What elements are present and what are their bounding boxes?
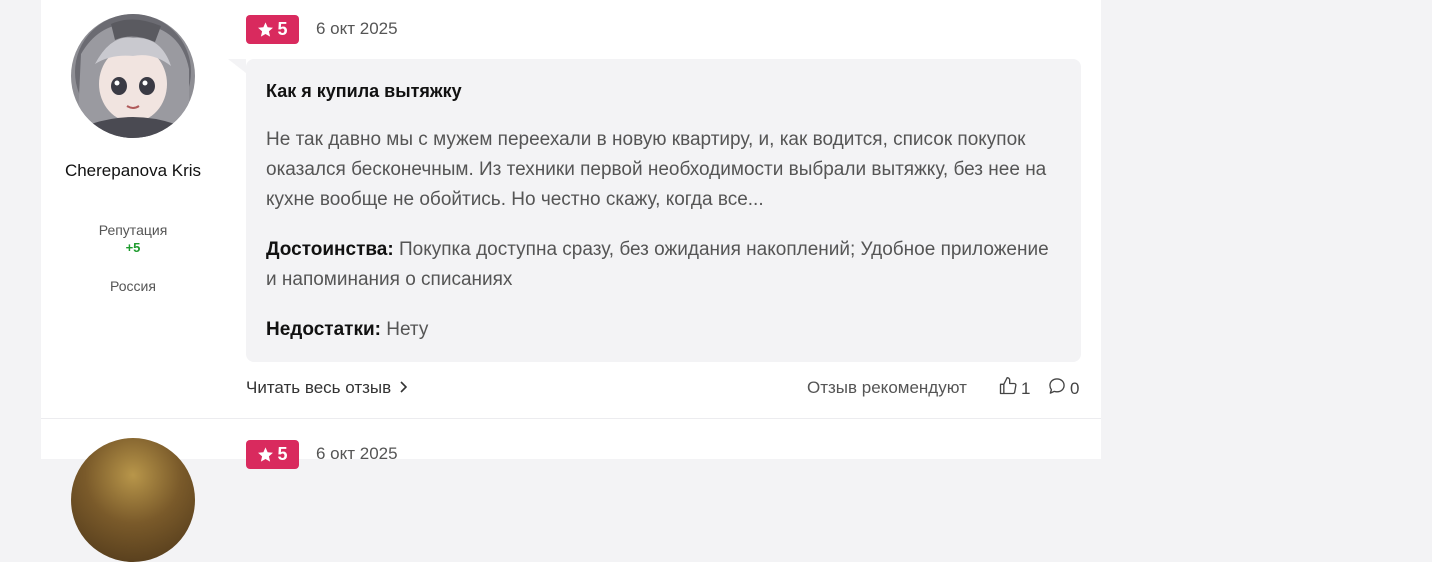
reputation-value: +5 (125, 240, 141, 255)
review-title[interactable]: Как я купила вытяжку (266, 81, 462, 102)
star-icon (257, 446, 274, 463)
thumbs-up-icon (998, 376, 1018, 401)
comment-icon (1047, 376, 1067, 401)
rating-badge: 5 (246, 15, 299, 44)
bubble-tail (228, 59, 246, 73)
cons-label: Недостатки: (266, 319, 381, 340)
star-icon (257, 21, 274, 38)
read-more-link[interactable]: Читать весь отзыв (246, 377, 408, 399)
next-rating-value: 5 (277, 444, 288, 464)
review-divider (41, 418, 1101, 419)
likes-count: 1 (1021, 378, 1031, 398)
review-card: Cherepanova Kris Репутация +5 Россия 5 6… (41, 0, 1101, 562)
like-button[interactable]: 1 (998, 376, 1030, 401)
rating-value: 5 (277, 19, 288, 39)
review-date: 6 окт 2025 (316, 19, 398, 38)
pros-label: Достоинства: (266, 239, 394, 260)
author-name[interactable]: Cherepanova Kris (61, 160, 205, 181)
review-bubble: Как я купила вытяжку Не так давно мы с м… (246, 59, 1081, 362)
next-avatar[interactable] (71, 438, 195, 562)
cons-text: Нету (386, 319, 429, 340)
review-pros: Достоинства: Покупка доступна сразу, без… (266, 235, 1056, 295)
comments-count: 0 (1070, 378, 1080, 398)
recommend-label: Отзыв рекомендуют (807, 378, 967, 397)
author-country: Россия (110, 278, 156, 294)
next-rating-badge: 5 (246, 440, 299, 469)
read-more-label: Читать весь отзыв (246, 378, 392, 397)
avatar[interactable] (71, 14, 195, 138)
review-text: Не так давно мы с мужем переехали в нову… (266, 129, 1047, 210)
comments-button[interactable]: 0 (1047, 376, 1079, 401)
reputation-label: Репутация (98, 222, 168, 238)
review-cons: Недостатки: Нету (266, 315, 1056, 345)
chevron-right-icon (399, 377, 408, 399)
next-review-date: 6 окт 2025 (316, 444, 398, 463)
